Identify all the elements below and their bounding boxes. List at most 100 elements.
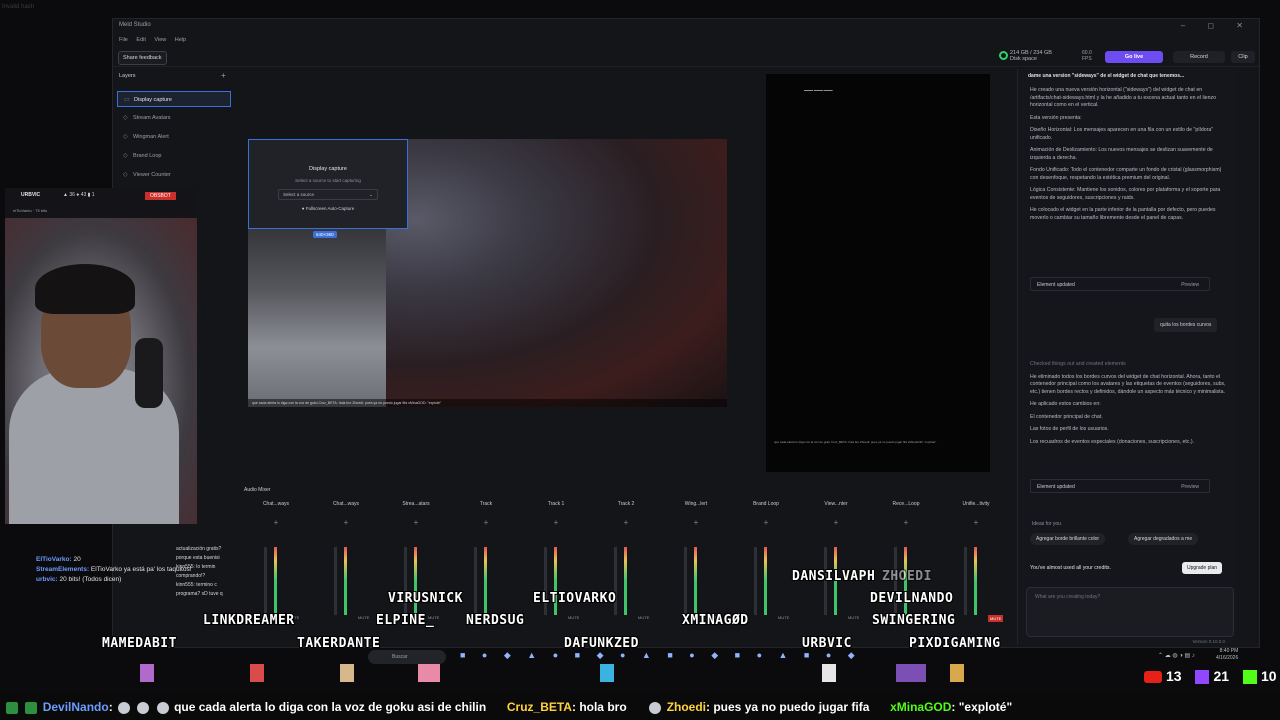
layer-brand-loop[interactable]: ◇ Brand Loop bbox=[117, 148, 231, 164]
disk-usage-icon bbox=[999, 51, 1008, 60]
avatar-sprite bbox=[340, 664, 354, 682]
add-filter-icon[interactable]: + bbox=[452, 518, 520, 527]
layer-viewer-counter[interactable]: ◇ Viewer Counter bbox=[117, 167, 231, 183]
add-filter-icon[interactable]: + bbox=[662, 518, 730, 527]
volume-fader[interactable] bbox=[684, 547, 687, 615]
chat-ticker: DevilNando: que cada alerta lo diga con … bbox=[0, 694, 1280, 720]
go-live-button[interactable]: Go live bbox=[1105, 51, 1163, 63]
assistant-message: He creado una nueva versión horizontal (… bbox=[1030, 87, 1228, 227]
add-filter-icon[interactable]: + bbox=[872, 518, 940, 527]
mute-button[interactable]: MUTE bbox=[358, 615, 369, 620]
reply-text: He eliminado todos los bordes curvos del… bbox=[1030, 373, 1226, 395]
clock-date: 4/16/2026 bbox=[1216, 655, 1239, 661]
add-filter-icon[interactable]: + bbox=[802, 518, 870, 527]
twitch-count: 21 bbox=[1213, 668, 1230, 684]
chat-user: StreamElements: bbox=[36, 566, 90, 573]
preview-button[interactable]: Preview bbox=[1181, 282, 1199, 288]
taskbar-app-icons[interactable]: ■ ● ◆ ▲ ● ■ ◆ ● ▲ ■ ● ◆ ■ ● ▲ ■ ● ◆ bbox=[460, 650, 862, 661]
capture-subtitle: Select a source to start capturing bbox=[295, 178, 361, 183]
prompt-placeholder: What are you creating today? bbox=[1035, 594, 1101, 600]
prompt-input[interactable]: What are you creating today? bbox=[1026, 587, 1234, 637]
assistant-panel: dame una version "sideways" de el widget… bbox=[1017, 69, 1237, 644]
element-updated-card[interactable]: Element updated Preview bbox=[1030, 479, 1210, 493]
version-label: Version 0.10.0.0 bbox=[1192, 639, 1225, 644]
add-filter-icon[interactable]: + bbox=[732, 518, 800, 527]
mute-button[interactable]: MUTE bbox=[778, 615, 789, 620]
auto-capture-toggle[interactable]: ● Fullscreen Auto-Capture bbox=[249, 206, 407, 211]
add-layer-icon[interactable]: + bbox=[221, 71, 226, 80]
source-select[interactable]: Select a source ⌄ bbox=[278, 189, 378, 200]
volume-fader[interactable] bbox=[964, 547, 967, 615]
add-filter-icon[interactable]: + bbox=[522, 518, 590, 527]
layer-wingman-alert[interactable]: ◇ Wingman Alert bbox=[117, 129, 231, 145]
emote-icon bbox=[156, 701, 169, 714]
add-filter-icon[interactable]: + bbox=[592, 518, 660, 527]
level-meter bbox=[624, 547, 627, 615]
mute-button[interactable]: MUTE bbox=[638, 615, 649, 620]
volume-fader[interactable] bbox=[334, 547, 337, 615]
mixer-channel: Chat...ways + MUTE bbox=[312, 501, 380, 631]
layer-stream-avatars[interactable]: ◇ Stream Avatars bbox=[117, 110, 231, 126]
share-feedback-button[interactable]: Share feedback bbox=[118, 51, 167, 65]
mixer-channel: Track 1 + MUTE bbox=[522, 501, 590, 631]
mute-button[interactable]: MUTE bbox=[988, 615, 1004, 622]
menu-view[interactable]: View bbox=[154, 37, 166, 43]
change-item: El contenedor principal de chat. bbox=[1030, 413, 1103, 420]
mixer-channel: Unifie...tivity + MUTE bbox=[942, 501, 1010, 631]
taskbar-search[interactable]: Buscar bbox=[368, 650, 446, 664]
menu-help[interactable]: Help bbox=[175, 37, 186, 43]
feature-item: Lógica Consistente: Mantiene los sonidos… bbox=[1030, 187, 1221, 201]
record-button[interactable]: Record bbox=[1173, 51, 1225, 63]
level-meter bbox=[764, 547, 767, 615]
layer-icon: ◇ bbox=[123, 172, 128, 178]
preview-button[interactable]: Preview bbox=[1181, 484, 1199, 490]
top-toolbar: Share feedback 214 GB / 234 GB Disk spac… bbox=[113, 47, 1259, 67]
system-tray[interactable]: ⌃ ☁ ◍ ◑ ▤ ♪ bbox=[1158, 652, 1195, 659]
idea-chip[interactable]: Agregar borde brillante color bbox=[1030, 533, 1106, 545]
mute-button[interactable]: MUTE bbox=[848, 615, 859, 620]
mixer-channel: Strea...atars + MUTE bbox=[382, 501, 450, 631]
channel-name: Chat...ways bbox=[332, 501, 360, 507]
display-capture-box[interactable]: Display capture Select a source to start… bbox=[248, 139, 408, 229]
fps-readout: 60.0 FPS bbox=[1082, 50, 1092, 62]
chat-snippet: programa? xD tuve q bbox=[176, 591, 223, 597]
clip-button[interactable]: Clip bbox=[1231, 51, 1255, 63]
webcam-preview bbox=[248, 209, 386, 407]
meld-studio-window: Meld Studio – ◻ ✕ File Edit View Help Sh… bbox=[112, 18, 1260, 648]
credits-notice: You've almost used all your credits. bbox=[1030, 565, 1111, 571]
checked-status[interactable]: Checked things out and created elements bbox=[1030, 361, 1228, 369]
ideas-label: Ideas for you bbox=[1032, 521, 1061, 527]
background-label: Invalid hash bbox=[2, 4, 35, 10]
mixer-channel: Track 2 + MUTE bbox=[592, 501, 660, 631]
idea-chip[interactable]: Agregar degradados a me bbox=[1128, 533, 1199, 545]
taskbar-clock[interactable]: 8:40 PM 4/16/2026 bbox=[1216, 648, 1238, 662]
add-filter-icon[interactable]: + bbox=[242, 518, 310, 527]
mute-button[interactable]: MUTE bbox=[568, 615, 579, 620]
menu-file[interactable]: File bbox=[119, 37, 128, 43]
add-filter-icon[interactable]: + bbox=[312, 518, 380, 527]
avatar-name: DANSILVAPH bbox=[792, 569, 876, 584]
element-updated-card[interactable]: Element updated Preview bbox=[1030, 277, 1210, 291]
menu-edit[interactable]: Edit bbox=[136, 37, 145, 43]
ticker-user: xMinaGOD bbox=[890, 700, 952, 714]
vertical-top-bar: ▬▬▬ ▬▬▬ ▬▬▬ bbox=[804, 88, 833, 92]
add-filter-icon[interactable]: + bbox=[382, 518, 450, 527]
avatar-name: LINKDREAMER bbox=[203, 613, 295, 628]
upgrade-plan-button[interactable]: Upgrade plan bbox=[1182, 562, 1223, 574]
audio-mixer-title: Audio Mixer bbox=[244, 487, 271, 493]
clock-time: 8:40 PM bbox=[1219, 648, 1239, 654]
window-controls[interactable]: – ◻ ✕ bbox=[1181, 21, 1253, 30]
layer-label: Brand Loop bbox=[133, 153, 162, 159]
microphone-shape bbox=[135, 338, 163, 408]
layer-display-capture[interactable]: ▭ Display capture bbox=[117, 91, 231, 107]
volume-fader[interactable] bbox=[474, 547, 477, 615]
layer-label: Wingman Alert bbox=[133, 134, 169, 140]
volume-fader[interactable] bbox=[754, 547, 757, 615]
mixer-channel: Track + MUTE bbox=[452, 501, 520, 631]
add-filter-icon[interactable]: + bbox=[942, 518, 1010, 527]
layer-icon: ◇ bbox=[123, 153, 128, 159]
mixer-channel: View...nter + MUTE bbox=[802, 501, 870, 631]
vertical-canvas[interactable]: ▬▬▬ ▬▬▬ ▬▬▬ que cada alerta lo diga con … bbox=[766, 74, 990, 472]
assistant-features-intro: Esta versión presenta: bbox=[1030, 114, 1082, 121]
layer-label: Stream Avatars bbox=[133, 115, 171, 121]
